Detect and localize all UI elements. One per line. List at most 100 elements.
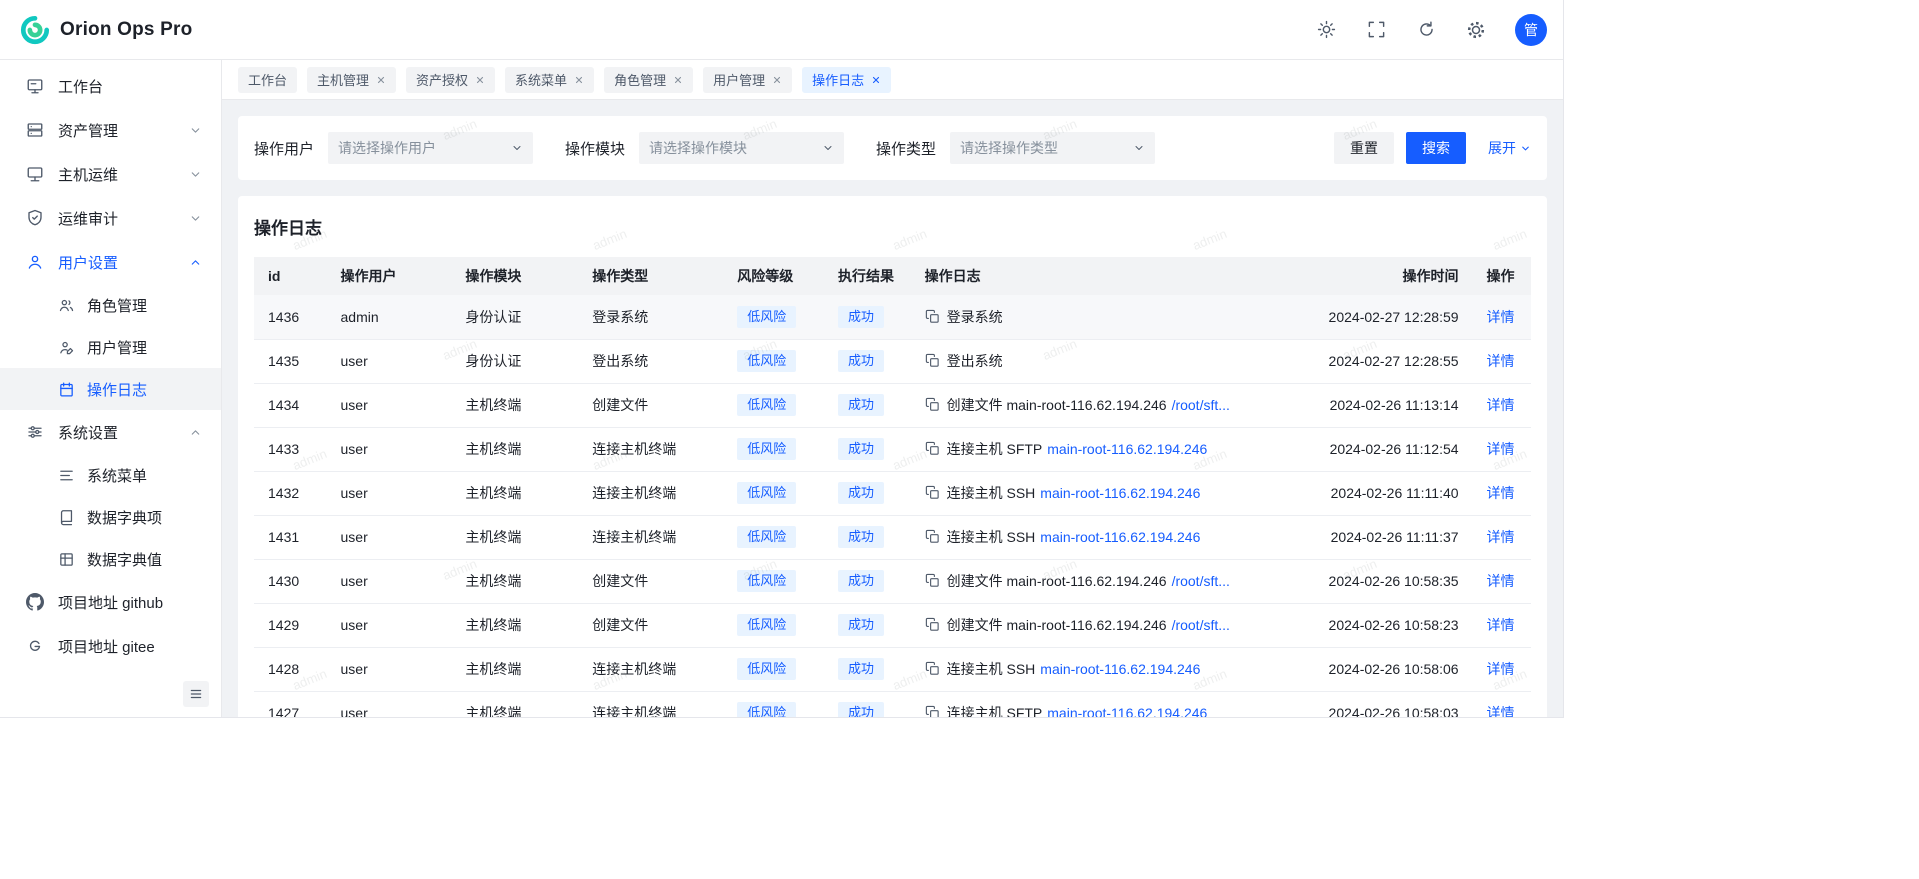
chevron-down-icon (189, 211, 203, 225)
cell-id: 1432 (254, 471, 327, 515)
cell-time: 2024-02-26 11:12:54 (1305, 427, 1472, 471)
log-link[interactable]: main-root-116.62.194.246 (1040, 529, 1200, 545)
sidebar-item-user-settings[interactable]: 用户设置 (0, 240, 221, 284)
cell-type: 连接主机终端 (578, 515, 723, 559)
cell-id: 1431 (254, 515, 327, 559)
cell-result: 成功 (824, 383, 911, 427)
detail-link[interactable]: 详情 (1487, 485, 1515, 501)
tab-close-icon[interactable] (475, 75, 485, 85)
cell-user: user (327, 383, 452, 427)
tab[interactable]: 主机管理 (307, 67, 396, 93)
sidebar-item-operation-log[interactable]: 操作日志 (0, 368, 221, 410)
copy-icon[interactable] (925, 485, 940, 500)
tab[interactable]: 资产授权 (406, 67, 495, 93)
tab-close-icon[interactable] (871, 75, 881, 85)
log-text: 登出系统 (947, 353, 1003, 369)
detail-link[interactable]: 详情 (1487, 573, 1515, 589)
detail-link[interactable]: 详情 (1487, 529, 1515, 545)
tab[interactable]: 系统菜单 (505, 67, 594, 93)
tab[interactable]: 操作日志 (802, 67, 891, 93)
tab-close-icon[interactable] (376, 75, 386, 85)
detail-link[interactable]: 详情 (1487, 397, 1515, 413)
sidebar-collapse-button[interactable] (183, 681, 209, 707)
operation-module-select[interactable]: 请选择操作模块 (639, 132, 844, 164)
log-link[interactable]: main-root-116.62.194.246 (1040, 661, 1200, 677)
cell-id: 1427 (254, 691, 327, 717)
reset-button[interactable]: 重置 (1334, 132, 1394, 164)
search-button[interactable]: 搜索 (1406, 132, 1466, 164)
tab-close-icon[interactable] (673, 75, 683, 85)
table-row[interactable]: 1428 user 主机终端 连接主机终端 低风险 成功 (254, 647, 1531, 691)
copy-icon[interactable] (925, 353, 940, 368)
sidebar-item-dict-value[interactable]: 数据字典值 (0, 538, 221, 580)
copy-icon[interactable] (925, 309, 940, 324)
operation-user-select[interactable]: 请选择操作用户 (328, 132, 533, 164)
copy-icon[interactable] (925, 529, 940, 544)
cell-type: 连接主机终端 (578, 471, 723, 515)
detail-link[interactable]: 详情 (1487, 617, 1515, 633)
book-icon (58, 509, 75, 526)
copy-icon[interactable] (925, 397, 940, 412)
table-row[interactable]: 1436 admin 身份认证 登录系统 低风险 成功 (254, 295, 1531, 339)
sidebar-item-asset-management[interactable]: 资产管理 (0, 108, 221, 152)
table-row[interactable]: 1431 user 主机终端 连接主机终端 低风险 成功 (254, 515, 1531, 559)
operation-type-select[interactable]: 请选择操作类型 (950, 132, 1155, 164)
sidebar-item-system-menu[interactable]: 系统菜单 (0, 454, 221, 496)
refresh-icon[interactable] (1415, 19, 1437, 41)
cell-action: 详情 (1473, 603, 1531, 647)
table-row[interactable]: 1430 user 主机终端 创建文件 低风险 成功 (254, 559, 1531, 603)
copy-icon[interactable] (925, 441, 940, 456)
log-link[interactable]: main-root-116.62.194.246 (1047, 441, 1207, 457)
user-avatar[interactable]: 管 (1515, 14, 1547, 46)
tab-close-icon[interactable] (574, 75, 584, 85)
log-link[interactable]: /root/sft... (1172, 573, 1230, 589)
sidebar-item-label: 操作日志 (87, 379, 203, 400)
detail-link[interactable]: 详情 (1487, 705, 1515, 717)
copy-icon[interactable] (925, 573, 940, 588)
cell-action: 详情 (1473, 471, 1531, 515)
sidebar-item-github[interactable]: 项目地址 github (0, 580, 221, 624)
sidebar-item-host-ops[interactable]: 主机运维 (0, 152, 221, 196)
sidebar-item-gitee[interactable]: 项目地址 gitee (0, 624, 221, 668)
chevron-up-icon (189, 255, 203, 269)
tab[interactable]: 用户管理 (703, 67, 792, 93)
copy-icon[interactable] (925, 617, 940, 632)
log-link[interactable]: main-root-116.62.194.246 (1047, 705, 1207, 717)
log-link[interactable]: main-root-116.62.194.246 (1040, 485, 1200, 501)
copy-icon[interactable] (925, 661, 940, 676)
table-row[interactable]: 1433 user 主机终端 连接主机终端 低风险 成功 (254, 427, 1531, 471)
table-row[interactable]: 1427 user 主机终端 连接主机终端 低风险 成功 (254, 691, 1531, 717)
sidebar-item-ops-audit[interactable]: 运维审计 (0, 196, 221, 240)
sidebar-item-role-management[interactable]: 角色管理 (0, 284, 221, 326)
cell-action: 详情 (1473, 515, 1531, 559)
cell-action: 详情 (1473, 383, 1531, 427)
table-row[interactable]: 1435 user 身份认证 登出系统 低风险 成功 (254, 339, 1531, 383)
detail-link[interactable]: 详情 (1487, 661, 1515, 677)
log-link[interactable]: /root/sft... (1172, 617, 1230, 633)
tab[interactable]: 角色管理 (604, 67, 693, 93)
detail-link[interactable]: 详情 (1487, 353, 1515, 369)
log-link[interactable]: /root/sft... (1172, 397, 1230, 413)
settings-gear-icon[interactable] (1465, 19, 1487, 41)
result-badge: 成功 (838, 306, 884, 328)
sidebar-item-dict-item[interactable]: 数据字典项 (0, 496, 221, 538)
sidebar-item-system-settings[interactable]: 系统设置 (0, 410, 221, 454)
chevron-down-icon (189, 123, 203, 137)
cell-log: 连接主机 SSHmain-root-116.62.194.246 (911, 471, 1306, 515)
detail-link[interactable]: 详情 (1487, 309, 1515, 325)
table-row[interactable]: 1429 user 主机终端 创建文件 低风险 成功 (254, 603, 1531, 647)
table-row[interactable]: 1434 user 主机终端 创建文件 低风险 成功 (254, 383, 1531, 427)
theme-toggle-icon[interactable] (1315, 19, 1337, 41)
tab[interactable]: 工作台 (238, 67, 297, 93)
fullscreen-icon[interactable] (1365, 19, 1387, 41)
table-row[interactable]: 1432 user 主机终端 连接主机终端 低风险 成功 (254, 471, 1531, 515)
roles-icon (58, 297, 75, 314)
sidebar-item-workbench[interactable]: 工作台 (0, 64, 221, 108)
chevron-down-icon (1133, 142, 1145, 154)
copy-icon[interactable] (925, 705, 940, 717)
expand-toggle[interactable]: 展开 (1488, 138, 1531, 158)
detail-link[interactable]: 详情 (1487, 441, 1515, 457)
result-badge: 成功 (838, 702, 884, 717)
tab-close-icon[interactable] (772, 75, 782, 85)
sidebar-item-user-management[interactable]: 用户管理 (0, 326, 221, 368)
